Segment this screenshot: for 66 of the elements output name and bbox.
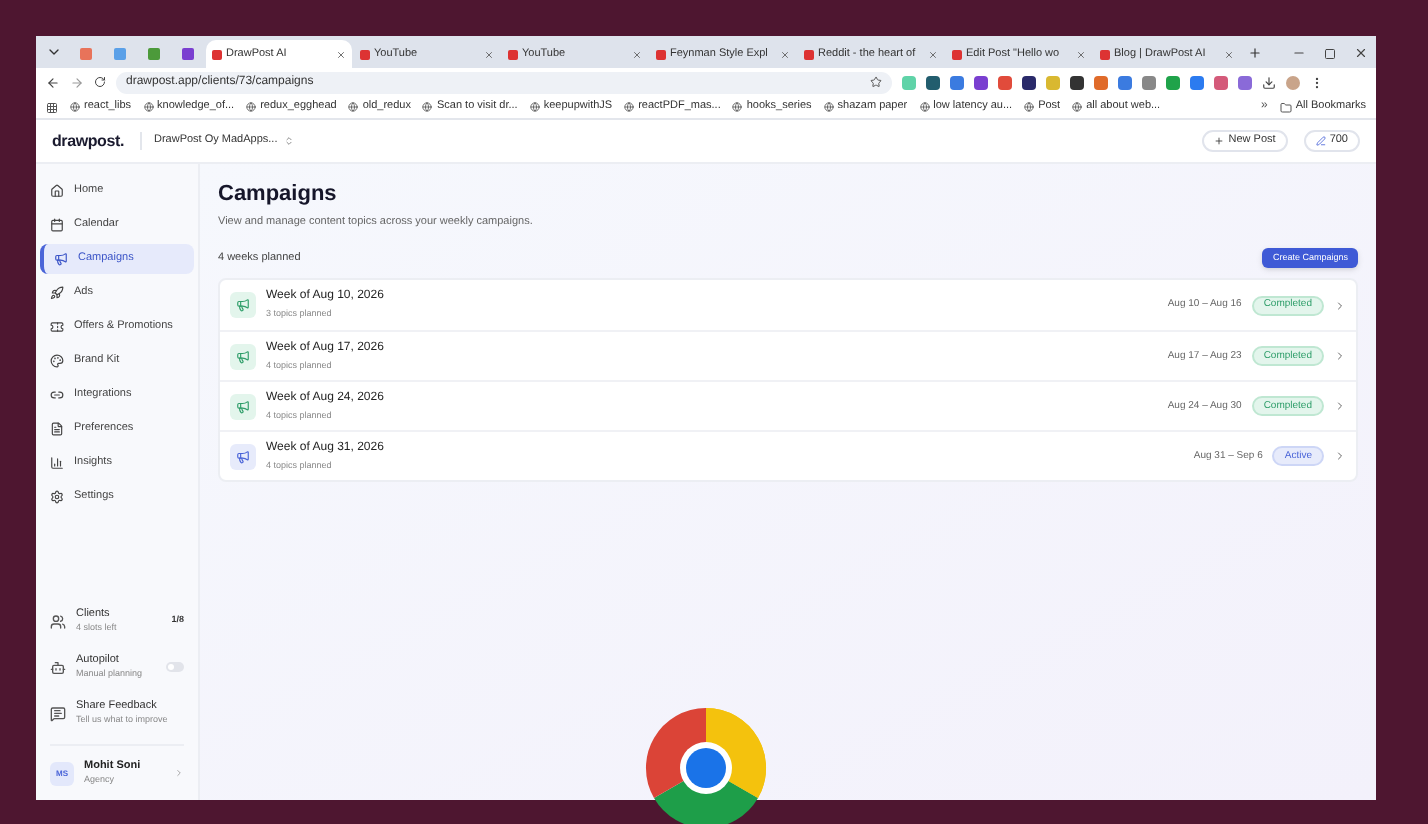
nav-icon (50, 320, 64, 334)
nav-icon (50, 422, 64, 436)
globe-icon (246, 102, 257, 112)
globe-icon (823, 102, 834, 112)
chevron-right-icon (1334, 350, 1346, 363)
tab-search-icon[interactable] (46, 44, 62, 60)
chevron-icon (283, 136, 294, 146)
profile-avatar-icon[interactable] (1286, 75, 1300, 89)
chevron-right-icon (1334, 299, 1346, 312)
globe-icon (529, 102, 540, 112)
favicon-icon (804, 49, 814, 59)
message-icon (50, 705, 66, 721)
close-icon[interactable] (1354, 46, 1368, 60)
globe-icon (70, 102, 80, 112)
favicon-icon (148, 48, 160, 60)
nav-icon (50, 184, 64, 198)
megaphone-icon (236, 399, 250, 414)
globe-icon (1024, 102, 1035, 112)
favicon-icon (656, 49, 666, 59)
new-tab-icon[interactable] (1248, 46, 1262, 60)
favicon-icon (80, 48, 92, 60)
nav-icon (50, 218, 64, 232)
bookmark-star-icon[interactable] (870, 76, 882, 88)
favicon-icon (360, 49, 370, 59)
reload-icon[interactable] (94, 76, 106, 88)
forward-icon[interactable] (70, 75, 84, 89)
nav-icon (54, 252, 68, 266)
menu-icon[interactable] (1310, 75, 1324, 89)
globe-icon (624, 102, 635, 112)
megaphone-icon (236, 298, 250, 313)
chevron-right-icon (1334, 450, 1346, 463)
megaphone-icon (236, 349, 250, 364)
minimize-icon[interactable] (1292, 46, 1306, 60)
autopilot-toggle[interactable] (166, 662, 184, 672)
megaphone-icon (236, 449, 250, 464)
nav-icon (50, 286, 64, 300)
robot-icon (50, 659, 66, 675)
favicon-icon (1100, 49, 1110, 59)
globe-icon (919, 102, 930, 112)
favicon-icon (952, 49, 962, 59)
globe-icon (348, 102, 359, 112)
globe-icon (1072, 102, 1083, 112)
back-icon[interactable] (46, 75, 60, 89)
chevron-right-icon (174, 768, 184, 778)
nav-icon (50, 456, 64, 470)
favicon-icon (508, 49, 518, 59)
logo[interactable]: drawpost. (52, 129, 124, 153)
nav-icon (50, 354, 64, 368)
pen-icon (1315, 136, 1326, 146)
chrome-logo-icon[interactable] (642, 704, 770, 824)
download-icon[interactable] (1262, 75, 1276, 89)
favicon-icon (212, 49, 222, 59)
chevron-right-icon (1334, 400, 1346, 413)
plus-icon (1214, 136, 1225, 146)
favicon-icon (182, 48, 194, 60)
users-icon (50, 613, 66, 629)
maximize-icon[interactable] (1324, 48, 1336, 60)
nav-icon (50, 388, 64, 402)
folder-icon (1279, 101, 1292, 113)
page-title: Campaigns (218, 184, 339, 206)
globe-icon (732, 102, 743, 112)
globe-icon (143, 102, 154, 112)
globe-icon (422, 102, 433, 112)
apps-icon[interactable] (46, 101, 58, 113)
nav-icon (50, 490, 64, 504)
favicon-icon (114, 48, 126, 60)
